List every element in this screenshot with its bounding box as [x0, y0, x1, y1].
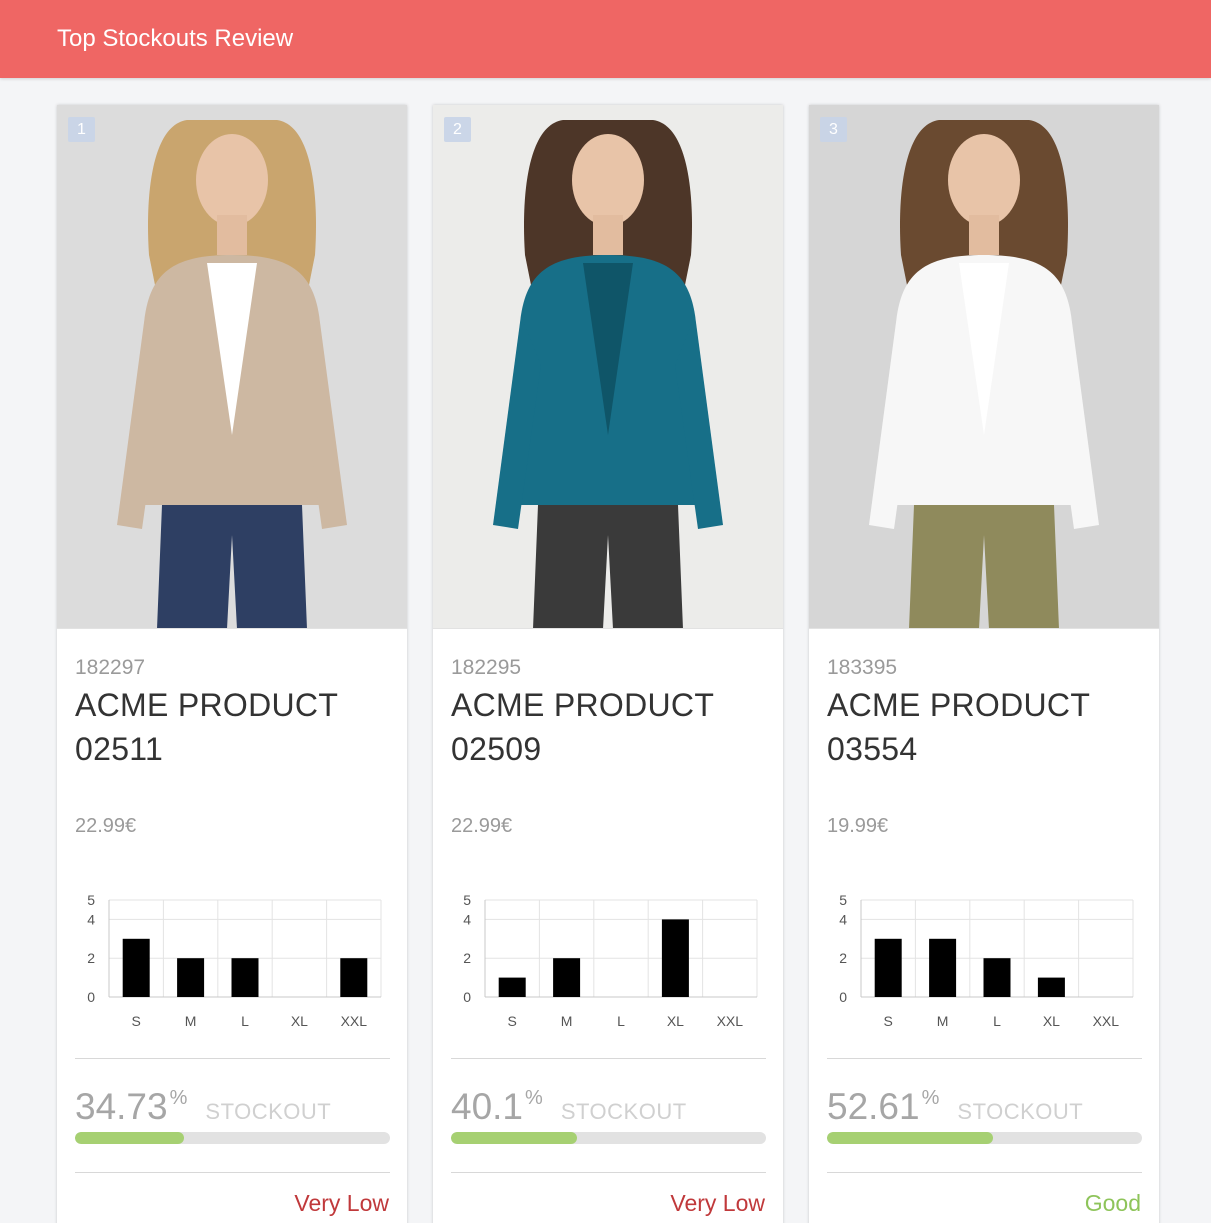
x-tick-label: S [884, 1013, 893, 1029]
x-tick-label: XXL [717, 1013, 744, 1029]
bar-chart-svg: 5 4 2 0 S M L XL XXL [87, 892, 382, 1029]
bar-chart-svg: 5 4 2 0 S M L XL XXL [463, 892, 758, 1029]
product-price: 19.99€ [827, 815, 889, 837]
y-tick-label: 2 [463, 950, 471, 966]
stockout-value: 52.61 [827, 1086, 920, 1127]
stockout-stat: 52.61 % STOCKOUT [827, 1085, 1083, 1129]
rating-label: Very Low [670, 1190, 765, 1216]
stockout-value: 34.73 [75, 1086, 168, 1127]
y-tick-label: 5 [87, 892, 95, 908]
product-card[interactable]: 3 183395 ACME PRODUCT 03554 19.99€ 5 4 2 0 S… [809, 105, 1159, 1223]
x-tick-label: XL [1043, 1013, 1060, 1029]
bar-m [929, 938, 957, 997]
model-photo-image [57, 105, 407, 628]
y-tick-label: 4 [87, 911, 95, 927]
bar-chart-svg: 5 4 2 0 S M L XL XXL [839, 892, 1134, 1029]
size-stock-chart: 5 4 2 0 S M L XL XXL [451, 880, 766, 1045]
rating-label: Good [1084, 1190, 1141, 1216]
y-tick-label: 5 [463, 892, 471, 908]
bar-xl [661, 919, 689, 997]
product-sku: 182295 [451, 656, 522, 679]
bar-xxl [340, 958, 368, 997]
y-tick-label: 4 [839, 911, 847, 927]
model-photo-image [809, 105, 1159, 628]
divider [451, 1172, 766, 1173]
stockout-label: STOCKOUT [957, 1099, 1084, 1124]
product-card[interactable]: 1 182297 ACME PRODUCT 02511 22.99€ 5 4 2 0 S… [57, 105, 407, 1223]
divider [75, 1172, 390, 1173]
y-tick-label: 0 [463, 989, 471, 1005]
bar-s [122, 938, 150, 997]
stockout-stat: 40.1 % STOCKOUT [451, 1085, 687, 1129]
stockout-progress-bar [827, 1132, 1142, 1144]
x-tick-label: M [185, 1013, 197, 1029]
stockout-progress-fill [75, 1132, 185, 1144]
x-tick-label: M [561, 1013, 573, 1029]
x-tick-label: XXL [341, 1013, 368, 1029]
size-stock-chart: 5 4 2 0 S M L XL XXL [75, 880, 390, 1045]
page-title: Top Stockouts Review [57, 25, 294, 52]
product-sku: 182297 [75, 656, 146, 679]
product-price: 22.99€ [75, 815, 137, 837]
y-tick-label: 4 [463, 911, 471, 927]
y-tick-label: 2 [839, 950, 847, 966]
y-tick-label: 2 [87, 950, 95, 966]
stockout-label: STOCKOUT [205, 1099, 332, 1124]
divider [451, 1058, 766, 1059]
divider [827, 1058, 1142, 1059]
bar-m [177, 958, 205, 997]
x-tick-label: S [132, 1013, 141, 1029]
x-tick-label: M [937, 1013, 949, 1029]
rank-badge: 2 [444, 117, 471, 142]
stockout-progress-fill [451, 1132, 578, 1144]
divider [75, 1058, 390, 1059]
top-bar: Top Stockouts Review [0, 0, 1211, 78]
stockout-progress-bar [75, 1132, 390, 1144]
bar-s [874, 938, 902, 997]
stockout-progress-bar [451, 1132, 766, 1144]
product-price: 22.99€ [451, 815, 513, 837]
y-tick-label: 0 [839, 989, 847, 1005]
bar-l [231, 958, 259, 997]
x-tick-label: XL [291, 1013, 308, 1029]
stockout-progress-fill [827, 1132, 993, 1144]
y-tick-label: 0 [87, 989, 95, 1005]
product-photo[interactable] [809, 105, 1159, 629]
product-name: ACME PRODUCT 02509 [451, 687, 714, 767]
stockout-value: 40.1 [451, 1086, 524, 1127]
stockout-stat: 34.73 % STOCKOUT [75, 1085, 331, 1129]
product-card[interactable]: 2 182295 ACME PRODUCT 02509 22.99€ 5 4 2 0 S… [433, 105, 783, 1223]
divider [827, 1172, 1142, 1173]
rank-badge: 3 [820, 117, 847, 142]
stockout-unit: % [921, 1087, 940, 1109]
bar-s [498, 977, 526, 997]
x-tick-label: S [508, 1013, 517, 1029]
product-sku: 183395 [827, 656, 898, 679]
y-tick-label: 5 [839, 892, 847, 908]
product-name: ACME PRODUCT 02511 [75, 687, 338, 767]
x-tick-label: L [617, 1013, 625, 1029]
bar-m [553, 958, 581, 997]
model-photo-image [433, 105, 783, 628]
product-photo[interactable] [57, 105, 407, 629]
size-stock-chart: 5 4 2 0 S M L XL XXL [827, 880, 1142, 1045]
x-tick-label: L [241, 1013, 249, 1029]
x-tick-label: XXL [1093, 1013, 1120, 1029]
stockout-unit: % [169, 1087, 188, 1109]
rank-badge: 1 [68, 117, 95, 142]
x-tick-label: XL [667, 1013, 684, 1029]
stockout-label: STOCKOUT [560, 1099, 687, 1124]
bar-l [983, 958, 1011, 997]
product-name: ACME PRODUCT 03554 [827, 687, 1090, 767]
product-photo[interactable] [433, 105, 783, 629]
x-tick-label: L [993, 1013, 1001, 1029]
stockout-unit: % [525, 1087, 543, 1109]
rating-label: Very Low [294, 1190, 389, 1216]
bar-xl [1037, 977, 1065, 997]
